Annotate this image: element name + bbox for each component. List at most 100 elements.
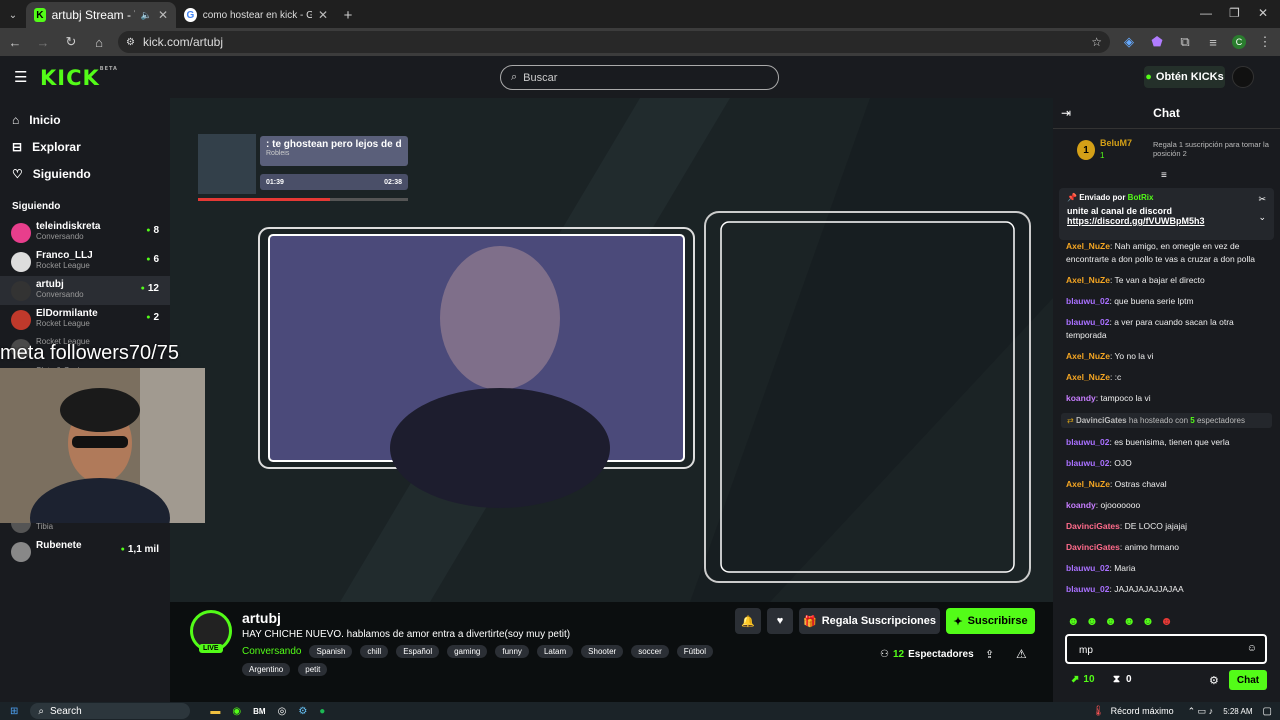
gift-subs-button[interactable]: 🎁 Regala Suscripciones — [799, 608, 940, 634]
chat-username[interactable]: blauwu_02 — [1066, 317, 1109, 327]
chat-username[interactable]: koandy — [1066, 393, 1096, 403]
extension-icon[interactable]: ◈ — [1120, 34, 1138, 50]
stream-tag[interactable]: Latam — [536, 645, 574, 658]
search-input[interactable]: ⌕ Buscar — [500, 65, 779, 90]
tab-list-icon[interactable]: ⌄ — [0, 2, 26, 28]
taskbar-search[interactable]: ⌕ Search — [30, 703, 191, 719]
emote-icon[interactable]: ☻ — [1104, 614, 1117, 632]
settings-gear-icon[interactable]: ⚙ — [1209, 674, 1219, 687]
following-channel[interactable]: teleindiskreta Conversando 8 — [0, 218, 170, 247]
puzzle-icon[interactable]: ⧉ — [1176, 34, 1194, 50]
tab-google[interactable]: G como hostear en kick - Google ✕ — [176, 2, 336, 28]
stream-tag[interactable]: soccer — [631, 645, 669, 658]
close-tab-icon[interactable]: ✕ — [318, 8, 328, 22]
chat-username[interactable]: blauwu_02 — [1066, 584, 1109, 594]
forward-icon[interactable]: → — [34, 35, 52, 50]
minimize-icon[interactable]: — — [1200, 6, 1212, 20]
notification-bell-button[interactable]: 🔔 — [735, 608, 761, 634]
points-display[interactable]: ⬈ 10 — [1071, 674, 1095, 685]
emote-icon[interactable]: ☻ — [1142, 614, 1155, 632]
timeout-display[interactable]: ⧗ 0 — [1113, 674, 1132, 685]
chat-username[interactable]: Axel_NuZe — [1066, 351, 1110, 361]
tray-icons[interactable]: ⌃ ▭ ♪ — [1188, 706, 1214, 717]
video-player[interactable]: : te ghostean pero lejos de d Robleis 01… — [170, 98, 1053, 602]
stream-tag[interactable]: Fútbol — [676, 645, 713, 658]
get-kicks-button[interactable]: ● Obtén KICKs — [1144, 66, 1225, 88]
emote-icon[interactable]: ☻ — [1123, 614, 1136, 632]
chat-username[interactable]: blauwu_02 — [1066, 458, 1109, 468]
following-channel[interactable]: Rubenete 1,1 mil — [0, 537, 170, 566]
pinned-link[interactable]: https://discord.gg/fVUWBpM5h3 — [1067, 216, 1266, 226]
stream-tag[interactable]: Argentino — [242, 663, 291, 676]
chat-input[interactable]: mp ☺ — [1065, 634, 1267, 664]
chat-username[interactable]: Axel_NuZe — [1066, 372, 1110, 382]
stream-tag[interactable]: petit — [298, 663, 328, 676]
close-tab-icon[interactable]: ✕ — [158, 8, 168, 22]
tab-kick[interactable]: K artubj Stream - Watch Live 🔈 ✕ — [26, 2, 176, 28]
follow-heart-button[interactable]: ♥ — [767, 608, 793, 634]
file-explorer-icon[interactable]: ▬ — [210, 706, 220, 717]
taskbar-app-label[interactable]: BM — [253, 707, 265, 716]
shield-icon[interactable]: ⬟ — [1148, 34, 1166, 50]
new-tab-icon[interactable]: + — [336, 2, 360, 28]
close-window-icon[interactable]: ✕ — [1258, 6, 1268, 20]
stream-tag[interactable]: Español — [396, 645, 440, 658]
stream-tag[interactable]: gaming — [447, 645, 488, 658]
back-icon[interactable]: ← — [6, 35, 24, 50]
site-info-icon[interactable]: ⚙ — [126, 37, 135, 48]
chat-username[interactable]: DavinciGates — [1066, 542, 1120, 552]
send-chat-button[interactable]: Chat — [1229, 670, 1267, 690]
filter-icon[interactable]: ≡ — [1161, 170, 1167, 181]
nav-explorar[interactable]: ⊟ Explorar — [0, 133, 170, 160]
chat-username[interactable]: Axel_NuZe — [1066, 275, 1110, 285]
profile-avatar[interactable]: C — [1232, 35, 1246, 49]
user-avatar[interactable] — [1232, 66, 1254, 88]
share-icon[interactable]: ⇪ — [985, 648, 994, 661]
kick-logo[interactable]: KICKBETA — [40, 66, 118, 90]
hamburger-icon[interactable]: ☰ — [14, 68, 27, 86]
menu-dots-icon[interactable]: ⋮ — [1256, 34, 1274, 50]
chrome-icon[interactable]: ◉ — [232, 706, 241, 717]
channel-viewers: 6 — [146, 254, 159, 265]
stream-tag[interactable]: funny — [495, 645, 529, 658]
chat-username[interactable]: Axel_NuZe — [1066, 479, 1110, 489]
category-link[interactable]: Conversando — [242, 646, 301, 657]
unpin-icon[interactable]: ✂ — [1258, 194, 1266, 205]
home-icon[interactable]: ⌂ — [90, 35, 108, 50]
nav-siguiendo[interactable]: ♡ Siguiendo — [0, 160, 170, 187]
expand-icon[interactable]: ⌄ — [1258, 212, 1266, 223]
emoji-icon[interactable]: ☺ — [1247, 643, 1257, 654]
host-user[interactable]: DavinciGates — [1076, 416, 1127, 425]
stream-tag[interactable]: Shooter — [581, 645, 624, 658]
reload-icon[interactable]: ↻ — [62, 34, 80, 50]
chat-username[interactable]: DavinciGates — [1066, 521, 1120, 531]
channel-name[interactable]: artubj — [242, 610, 281, 626]
media-icon[interactable]: ≡ — [1204, 35, 1222, 50]
chat-username[interactable]: Axel_NuZe — [1066, 241, 1110, 251]
report-icon[interactable]: ⚠ — [1016, 647, 1027, 661]
windows-start-icon[interactable]: ⊞ — [10, 706, 18, 717]
obs-icon[interactable]: ◎ — [278, 706, 287, 717]
notification-icon[interactable]: ▢ — [1263, 706, 1272, 717]
emote-icon[interactable]: ☻ — [1160, 614, 1173, 632]
subscribe-button[interactable]: ✦ Suscribirse — [946, 608, 1035, 634]
stream-tag[interactable]: chill — [360, 645, 389, 658]
emote-icon[interactable]: ☻ — [1067, 614, 1080, 632]
following-channel[interactable]: ElDormilante Rocket League 2 — [0, 305, 170, 334]
spotify-icon[interactable]: ● — [319, 706, 325, 717]
top-gifter-name[interactable]: BeluM7 — [1100, 138, 1132, 148]
stream-tag[interactable]: Spanish — [309, 645, 353, 658]
chat-username[interactable]: koandy — [1066, 500, 1096, 510]
restore-icon[interactable]: ❐ — [1229, 6, 1240, 20]
chat-username[interactable]: blauwu_02 — [1066, 437, 1109, 447]
following-channel[interactable]: Franco_LLJ Rocket League 6 — [0, 247, 170, 276]
bookmark-star-icon[interactable]: ☆ — [1091, 35, 1102, 49]
chat-username[interactable]: blauwu_02 — [1066, 296, 1109, 306]
chat-username[interactable]: blauwu_02 — [1066, 563, 1109, 573]
steam-icon[interactable]: ⚙ — [298, 706, 307, 717]
emote-icon[interactable]: ☻ — [1086, 614, 1099, 632]
url-field[interactable]: ⚙ kick.com/artubj ☆ — [118, 31, 1110, 53]
following-channel[interactable]: artubj Conversando 12 — [0, 276, 170, 305]
mute-icon[interactable]: 🔈 — [141, 10, 152, 21]
nav-inicio[interactable]: ⌂ Inicio — [0, 106, 170, 133]
